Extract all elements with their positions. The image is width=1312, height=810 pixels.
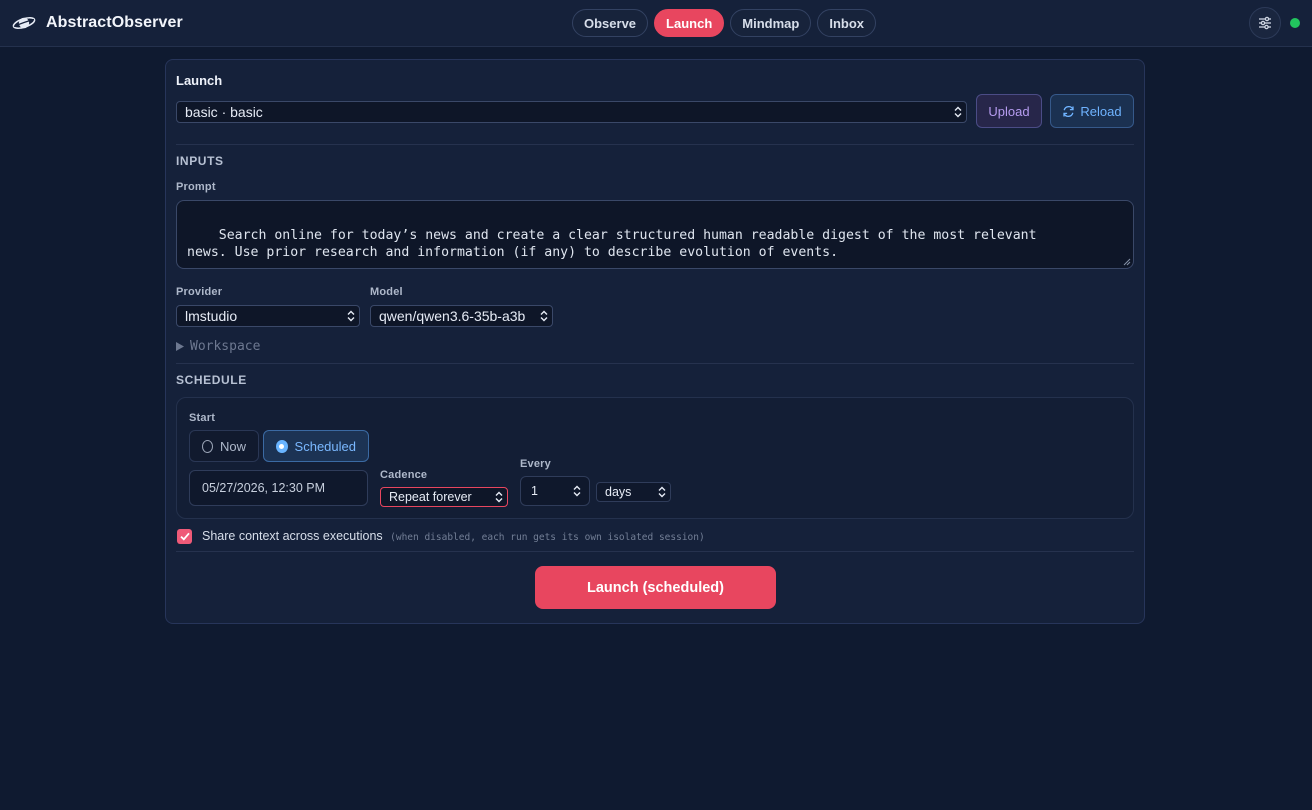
app-name: AbstractObserver: [46, 14, 183, 31]
cadence-select[interactable]: Repeat forever: [380, 487, 508, 507]
share-context-label: Share context across executions: [202, 529, 383, 543]
provider-value: lmstudio: [185, 308, 238, 324]
top-bar: AbstractObserver Observe Launch Mindmap …: [0, 0, 1312, 47]
scheduled-label: Scheduled: [294, 438, 356, 454]
planet-logo-icon: [12, 16, 36, 30]
every-number-input[interactable]: 1: [520, 476, 590, 506]
schedule-box: Start Now Scheduled 05/27/2026, 12:30 PM…: [176, 397, 1134, 519]
stepper-arrows-icon[interactable]: [573, 485, 581, 497]
select-arrows-icon: [495, 491, 503, 503]
inputs-heading: INPUTS: [176, 154, 224, 168]
checkmark-icon: [179, 532, 190, 541]
flow-select[interactable]: basic · basic: [176, 101, 967, 123]
prompt-label: Prompt: [176, 181, 216, 193]
caret-right-icon: [176, 342, 184, 351]
share-context-checkbox[interactable]: [177, 529, 192, 544]
share-context-label-row: Share context across executions (when di…: [202, 529, 705, 543]
every-label: Every: [520, 458, 551, 470]
model-select[interactable]: qwen/qwen3.6-35b-a3b: [370, 305, 553, 327]
start-now-radio[interactable]: Now: [189, 430, 259, 462]
reload-label: Reload: [1080, 103, 1122, 119]
sliders-icon: [1259, 16, 1271, 30]
divider: [176, 363, 1134, 364]
flow-select-value: basic · basic: [185, 104, 263, 120]
connection-status-dot: [1290, 18, 1300, 28]
select-arrows-icon: [540, 310, 548, 322]
start-label: Start: [189, 412, 216, 424]
upload-button[interactable]: Upload: [976, 94, 1042, 128]
brand[interactable]: AbstractObserver: [12, 12, 183, 34]
cadence-label: Cadence: [380, 469, 428, 481]
select-arrows-icon: [658, 486, 666, 498]
divider: [176, 144, 1134, 145]
datetime-input[interactable]: 05/27/2026, 12:30 PM: [189, 470, 368, 506]
prompt-text: Search online for today’s news and creat…: [187, 228, 1037, 260]
radio-circle-icon: [202, 439, 213, 453]
settings-button[interactable]: [1249, 7, 1281, 39]
provider-label: Provider: [176, 286, 223, 298]
tab-mindmap[interactable]: Mindmap: [730, 9, 812, 37]
start-scheduled-radio[interactable]: Scheduled: [263, 430, 369, 462]
workspace-label: Workspace: [190, 339, 261, 354]
tab-observe[interactable]: Observe: [572, 9, 649, 37]
main-nav: Observe Launch Mindmap Inbox: [572, 9, 877, 37]
workspace-toggle[interactable]: Workspace: [176, 339, 260, 354]
tab-launch[interactable]: Launch: [654, 9, 725, 37]
model-label: Model: [370, 286, 403, 298]
select-arrows-icon: [347, 310, 355, 322]
model-value: qwen/qwen3.6-35b-a3b: [379, 308, 526, 324]
provider-select[interactable]: lmstudio: [176, 305, 360, 327]
reload-button[interactable]: Reload: [1050, 94, 1134, 128]
prompt-textarea[interactable]: Search online for today’s news and creat…: [176, 200, 1134, 269]
resize-handle-icon[interactable]: [1123, 258, 1131, 266]
radio-selected-icon: [276, 439, 288, 453]
launch-panel: Launch basic · basic Upload Reload INPUT…: [165, 59, 1145, 624]
every-value: 1: [531, 484, 538, 498]
select-arrows-icon: [954, 106, 962, 118]
every-unit-select[interactable]: days: [596, 482, 671, 502]
tab-inbox[interactable]: Inbox: [817, 9, 877, 37]
share-context-note: (when disabled, each run gets its own is…: [390, 532, 705, 543]
panel-title: Launch: [176, 73, 223, 88]
now-label: Now: [219, 438, 246, 454]
divider: [176, 551, 1134, 552]
cadence-value: Repeat forever: [389, 490, 472, 504]
unit-value: days: [605, 485, 632, 499]
launch-scheduled-button[interactable]: Launch (scheduled): [535, 566, 776, 609]
schedule-heading: SCHEDULE: [176, 373, 247, 387]
refresh-icon: [1063, 105, 1075, 117]
